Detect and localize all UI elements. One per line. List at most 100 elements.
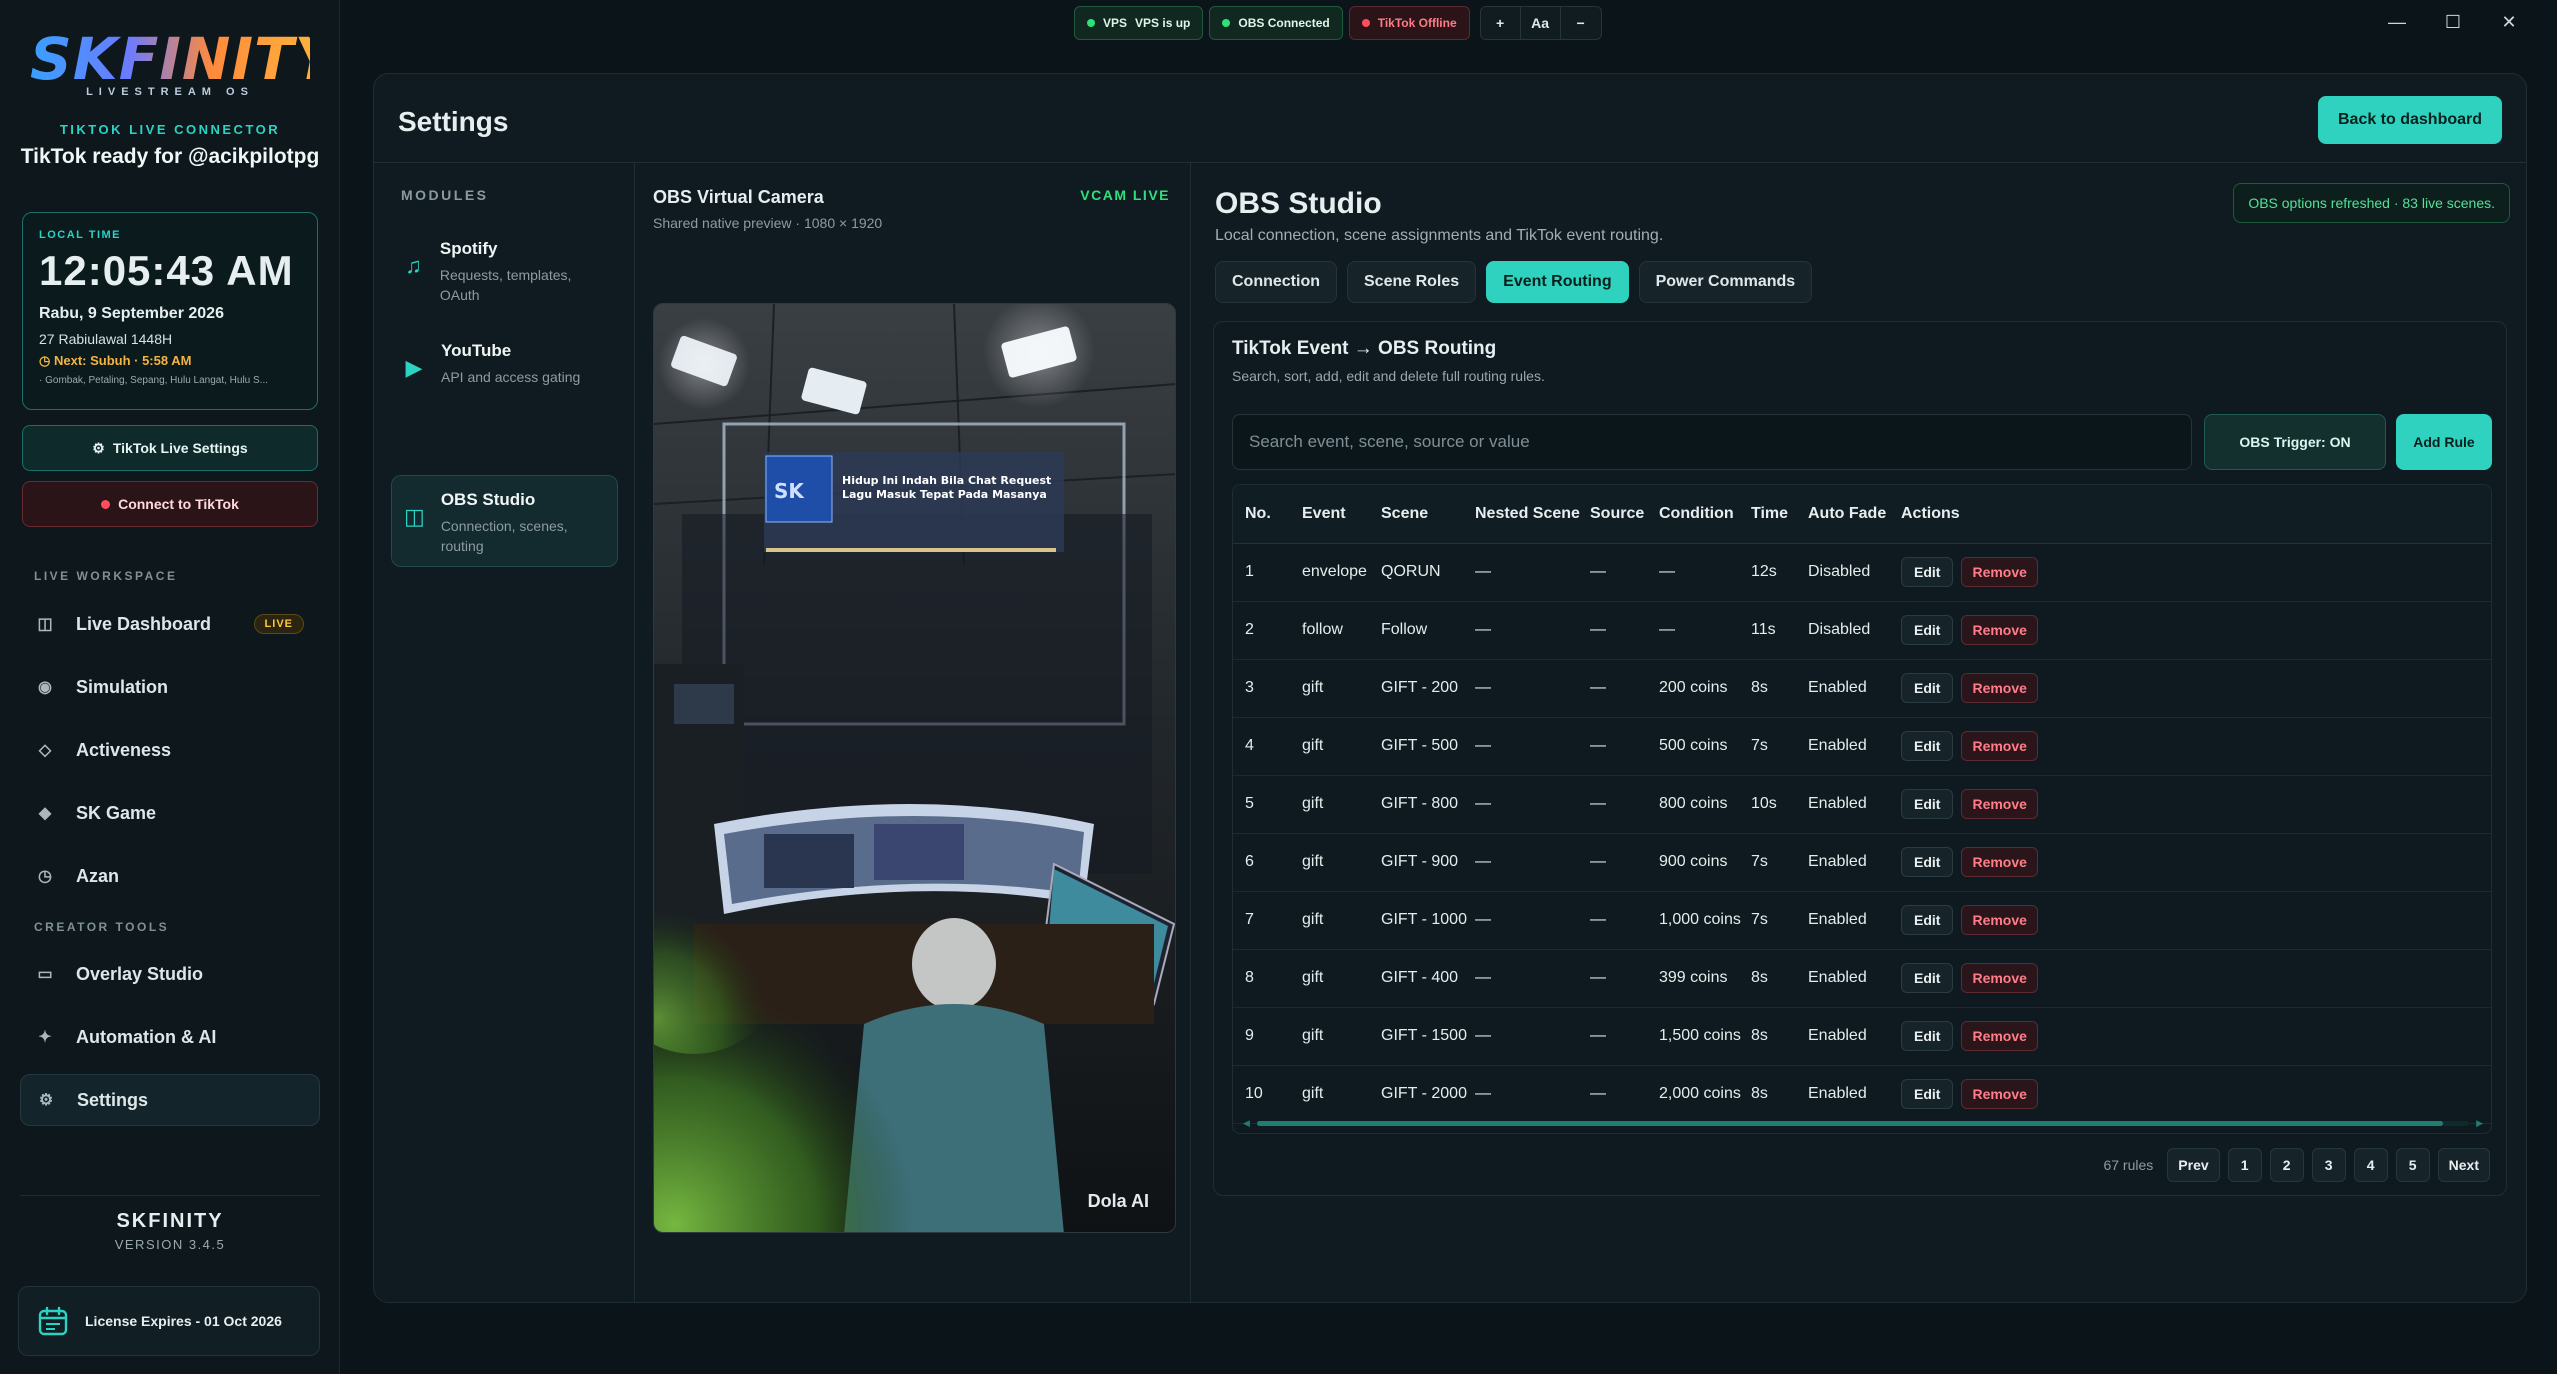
rule-nested-scene: —	[1475, 1065, 1590, 1124]
add-rule-button[interactable]: Add Rule	[2396, 414, 2492, 470]
logo-wordmark: SKFINITY	[30, 25, 338, 93]
rule-auto-fade: Enabled	[1808, 659, 1901, 718]
column-header[interactable]: Condition	[1659, 485, 1751, 544]
zoom-out-button[interactable]: −	[1561, 7, 1601, 39]
remove-rule-button[interactable]: Remove	[1961, 847, 2038, 877]
tab-connection[interactable]: Connection	[1215, 261, 1337, 303]
column-header[interactable]: Event	[1302, 485, 1381, 544]
rule-time: 10s	[1751, 775, 1808, 834]
rule-time: 8s	[1751, 659, 1808, 718]
page-button[interactable]: 2	[2269, 1148, 2304, 1182]
rule-nested-scene: —	[1475, 833, 1590, 892]
edit-rule-button[interactable]: Edit	[1901, 673, 1954, 703]
nav-settings[interactable]: ⚙ Settings	[20, 1074, 320, 1126]
column-header[interactable]: No.	[1233, 485, 1302, 544]
remove-rule-button[interactable]: Remove	[1961, 1021, 2038, 1051]
prev-page-button[interactable]: Prev	[2167, 1148, 2220, 1182]
edit-rule-button[interactable]: Edit	[1901, 615, 1954, 645]
nav-sk-game[interactable]: ◆ SK Game	[20, 787, 320, 839]
routing-search-input[interactable]	[1232, 414, 2192, 470]
modules-label: MODULES	[401, 187, 489, 203]
nav-simulation[interactable]: ◉ Simulation	[20, 661, 320, 713]
rule-number: 5	[1233, 775, 1302, 834]
remove-rule-button[interactable]: Remove	[1961, 905, 2038, 935]
nav-live-dashboard[interactable]: ◫ Live Dashboard LIVE	[20, 598, 320, 650]
maximize-icon[interactable]: ☐	[2425, 8, 2481, 36]
horizontal-scrollbar[interactable]: ◀ ▶	[1243, 1118, 2483, 1129]
rule-scene: GIFT - 800	[1381, 775, 1475, 834]
back-to-dashboard-button[interactable]: Back to dashboard	[2318, 96, 2502, 144]
obs-trigger-toggle[interactable]: OBS Trigger: ON	[2204, 414, 2386, 470]
remove-rule-button[interactable]: Remove	[1961, 789, 2038, 819]
scroll-left-icon[interactable]: ◀	[1243, 1118, 1250, 1129]
rule-time: 8s	[1751, 949, 1808, 1008]
nav-overlay-studio[interactable]: ▭ Overlay Studio	[20, 948, 320, 1000]
module-title: YouTube	[441, 341, 512, 360]
edit-rule-button[interactable]: Edit	[1901, 1079, 1954, 1109]
remove-rule-button[interactable]: Remove	[1961, 557, 2038, 587]
nav-activeness[interactable]: ◇ Activeness	[20, 724, 320, 776]
remove-rule-button[interactable]: Remove	[1961, 1079, 2038, 1109]
nav-automation-ai[interactable]: ✦ Automation & AI	[20, 1011, 320, 1063]
rule-time: 8s	[1751, 1007, 1808, 1066]
edit-rule-button[interactable]: Edit	[1901, 847, 1954, 877]
nav-azan[interactable]: ◷ Azan	[20, 850, 320, 902]
remove-rule-button[interactable]: Remove	[1961, 963, 2038, 993]
zoom-in-button[interactable]: +	[1481, 7, 1521, 39]
obs-refresh-notice: OBS options refreshed · 83 live scenes.	[2233, 183, 2510, 223]
column-header[interactable]: Time	[1751, 485, 1808, 544]
module-youtube[interactable]: ▶ YouTube API and access gating	[391, 327, 618, 419]
module-spotify[interactable]: ♫ Spotify Requests, templates, OAuth	[391, 225, 618, 317]
next-page-button[interactable]: Next	[2437, 1148, 2490, 1182]
font-size-button[interactable]: Aa	[1521, 7, 1561, 39]
connect-tiktok-button[interactable]: Connect to TikTok	[22, 481, 318, 527]
table-row: 7 gift GIFT - 1000— —1,000 coins 7s Enabled Ed…	[1233, 891, 2491, 950]
vps-label: VPS	[1103, 16, 1128, 30]
obs-status-pill[interactable]: OBS Connected	[1209, 6, 1343, 40]
svg-text:Lagu Masuk Tepat Pada Masanya: Lagu Masuk Tepat Pada Masanya	[842, 488, 1047, 501]
edit-rule-button[interactable]: Edit	[1901, 905, 1954, 935]
tab-scene-roles[interactable]: Scene Roles	[1347, 261, 1477, 303]
column-header[interactable]: Scene	[1381, 485, 1475, 544]
vps-status-pill[interactable]: VPS VPS is up	[1074, 6, 1204, 40]
tab-power-commands[interactable]: Power Commands	[1638, 261, 1813, 303]
diamond-icon: ◆	[38, 805, 52, 822]
remove-rule-button[interactable]: Remove	[1961, 673, 2038, 703]
rule-actions: Edit Remove	[1901, 775, 2491, 834]
rule-scene: GIFT - 1500	[1381, 1007, 1475, 1066]
scroll-right-icon[interactable]: ▶	[2476, 1118, 2483, 1129]
studio-preview-image: SK Hidup Ini Indah Bila Chat Request Lag…	[654, 304, 1175, 1232]
column-header[interactable]: Auto Fade	[1808, 485, 1901, 544]
rule-time: 7s	[1751, 833, 1808, 892]
edit-rule-button[interactable]: Edit	[1901, 557, 1954, 587]
vcam-preview: SK Hidup Ini Indah Bila Chat Request Lag…	[653, 303, 1176, 1233]
rule-time: 7s	[1751, 891, 1808, 950]
page-button[interactable]: 5	[2395, 1148, 2430, 1182]
minimize-icon[interactable]: —	[2369, 8, 2425, 36]
page-button[interactable]: 3	[2311, 1148, 2346, 1182]
edit-rule-button[interactable]: Edit	[1901, 731, 1954, 761]
remove-rule-button[interactable]: Remove	[1961, 615, 2038, 645]
edit-rule-button[interactable]: Edit	[1901, 963, 1954, 993]
column-header[interactable]: Nested Scene	[1475, 485, 1590, 544]
page-button[interactable]: 1	[2227, 1148, 2262, 1182]
rule-event: envelope	[1302, 543, 1381, 602]
column-header[interactable]: Source	[1590, 485, 1659, 544]
music-note-icon: ♫	[405, 253, 422, 278]
rule-number: 7	[1233, 891, 1302, 950]
page-button[interactable]: 4	[2353, 1148, 2388, 1182]
rule-condition: 1,500 coins	[1659, 1007, 1751, 1066]
window-controls: — ☐ ✕	[2369, 8, 2537, 36]
edit-rule-button[interactable]: Edit	[1901, 789, 1954, 819]
tiktok-status-pill[interactable]: TikTok Offline	[1348, 6, 1470, 40]
tab-event-routing[interactable]: Event Routing	[1486, 261, 1629, 303]
edit-rule-button[interactable]: Edit	[1901, 1021, 1954, 1051]
tiktok-live-settings-button[interactable]: ⚙ TikTok Live Settings	[22, 425, 318, 471]
rule-source: —	[1590, 833, 1659, 892]
module-obs-studio[interactable]: ◫ OBS Studio Connection, scenes, routing	[391, 475, 618, 567]
rule-nested-scene: —	[1475, 949, 1590, 1008]
remove-rule-button[interactable]: Remove	[1961, 731, 2038, 761]
close-icon[interactable]: ✕	[2481, 8, 2537, 36]
overlay-title-text: Hidup Ini Indah Bila Chat Request	[842, 474, 1051, 487]
rule-time: 11s	[1751, 601, 1808, 660]
